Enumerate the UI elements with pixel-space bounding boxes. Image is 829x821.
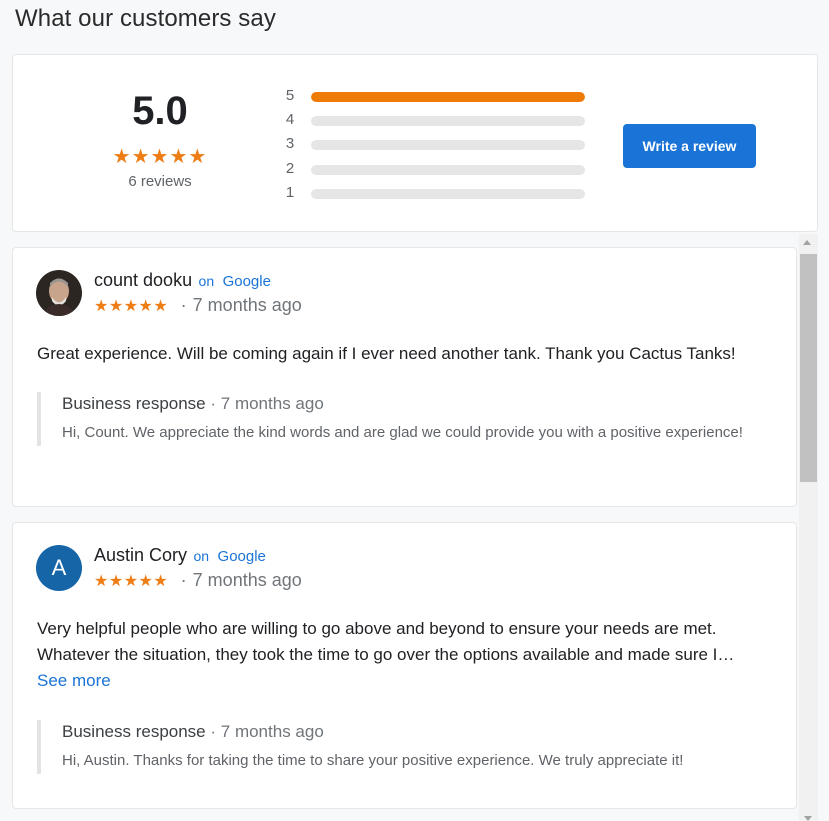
business-response: Business response · 7 months ago Hi, Aus… (37, 720, 777, 774)
review-card: count dooku on Google ★★★★★ · 7 months ag… (12, 247, 797, 507)
review-time: 7 months ago (192, 295, 302, 315)
average-rating: 5.0 (132, 89, 188, 133)
separator-dot: · (180, 570, 187, 590)
scrollbar-thumb[interactable] (800, 254, 817, 482)
business-response-time: 7 months ago (220, 722, 324, 741)
business-response-label: Business response (62, 394, 206, 413)
author-line: Austin Cory on Google (94, 545, 266, 566)
avatar[interactable]: A (36, 545, 82, 591)
review-source-link[interactable]: Google (223, 273, 271, 290)
review-text: Great experience. Will be coming again i… (37, 344, 736, 363)
distribution-bar (311, 116, 585, 126)
distribution-row-3: 3 (283, 135, 593, 155)
rating-line: ★★★★★ · 7 months ago (94, 570, 302, 591)
distribution-row-5: 5 (283, 87, 593, 107)
business-response-text: Hi, Austin. Thanks for taking the time t… (62, 752, 684, 769)
author-line: count dooku on Google (94, 270, 271, 291)
distribution-label: 5 (285, 87, 295, 104)
distribution-bar (311, 92, 585, 102)
star-rating-icon: ★★★★★ (94, 298, 169, 315)
reviews-list[interactable]: count dooku on Google ★★★★★ · 7 months ag… (0, 235, 829, 821)
distribution-row-1: 1 (283, 184, 593, 204)
rating-line: ★★★★★ · 7 months ago (94, 295, 302, 316)
business-response-time: 7 months ago (220, 394, 324, 413)
business-response-label: Business response (62, 722, 206, 741)
reviewer-photo-icon (36, 270, 82, 316)
distribution-bar-fill (311, 92, 585, 102)
distribution-bar (311, 189, 585, 199)
on-label: on (198, 273, 215, 289)
review-card: A Austin Cory on Google ★★★★★ · 7 months … (12, 522, 797, 809)
author-name[interactable]: count dooku (94, 270, 192, 290)
average-stars-icon: ★★★★★ (112, 146, 208, 168)
page-title: What our customers say (15, 5, 276, 32)
scroll-down-arrow-icon[interactable] (804, 816, 812, 821)
scroll-up-arrow-icon[interactable] (803, 240, 811, 245)
review-time: 7 months ago (192, 570, 302, 590)
avatar[interactable] (36, 270, 82, 316)
distribution-bar (311, 140, 585, 150)
review-text: Very helpful people who are willing to g… (37, 619, 735, 664)
review-text-block: Very helpful people who are willing to g… (37, 616, 777, 694)
distribution-label: 4 (285, 111, 295, 128)
distribution-label: 2 (285, 160, 295, 177)
scrollbar[interactable] (799, 234, 818, 821)
on-label: on (193, 548, 210, 564)
business-response: Business response · 7 months ago Hi, Cou… (37, 392, 777, 446)
separator-dot: · (180, 295, 187, 315)
distribution-label: 1 (285, 184, 295, 201)
distribution-row-4: 4 (283, 111, 593, 131)
distribution-bar (311, 165, 585, 175)
write-review-button[interactable]: Write a review (623, 124, 756, 168)
distribution-row-2: 2 (283, 160, 593, 180)
see-more-link[interactable]: See more (37, 668, 777, 694)
distribution-label: 3 (285, 135, 295, 152)
star-rating-icon: ★★★★★ (94, 573, 169, 590)
business-response-text: Hi, Count. We appreciate the kind words … (62, 424, 743, 441)
rating-summary-card: 5.0 ★★★★★ 6 reviews 5 4 3 2 1 Write a re… (12, 54, 818, 232)
review-source-link[interactable]: Google (218, 548, 266, 565)
author-name[interactable]: Austin Cory (94, 545, 187, 565)
review-count: 6 reviews (128, 173, 192, 190)
